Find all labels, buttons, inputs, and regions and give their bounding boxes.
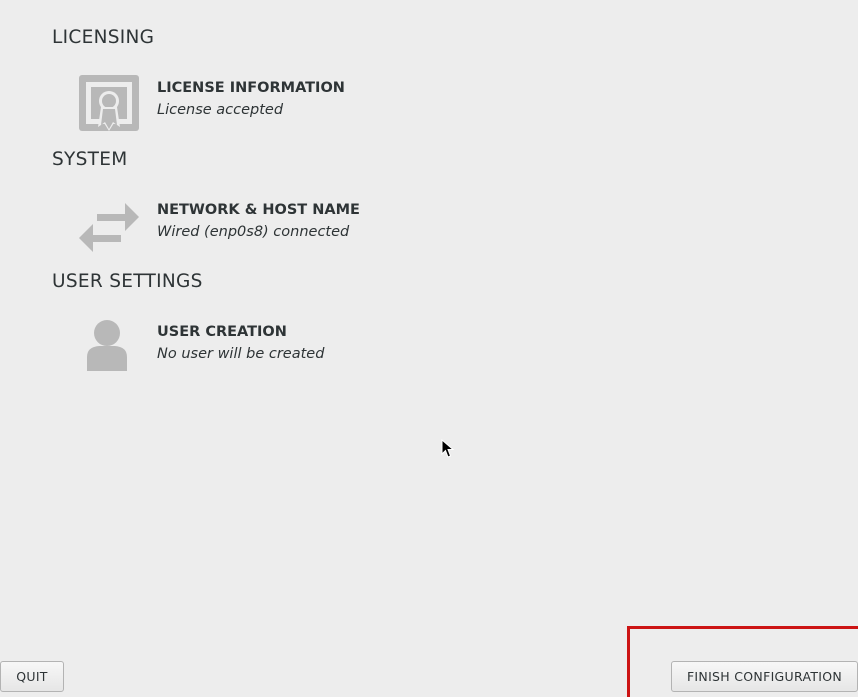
network-arrows-icon <box>79 203 139 252</box>
spoke-name: USER CREATION <box>157 324 287 340</box>
spoke-status: Wired (enp0s8) connected <box>157 224 350 240</box>
highlight-box <box>627 626 858 697</box>
section-title-system: SYSTEM <box>52 149 128 170</box>
mouse-pointer-icon <box>441 439 455 458</box>
spoke-license-information[interactable]: LICENSE INFORMATION License accepted <box>77 75 477 139</box>
spoke-network-host-name[interactable]: NETWORK & HOST NAME Wired (enp0s8) conne… <box>77 197 477 261</box>
spoke-status: License accepted <box>157 102 284 118</box>
initial-setup-hub: LICENSING LICENSE INFORMATION License ac… <box>0 0 858 697</box>
spoke-name: NETWORK & HOST NAME <box>157 202 360 218</box>
spoke-status: No user will be created <box>157 346 325 362</box>
license-certificate-icon <box>79 75 139 131</box>
section-title-licensing: LICENSING <box>52 27 155 48</box>
spoke-name: LICENSE INFORMATION <box>157 80 345 96</box>
spoke-user-creation[interactable]: USER CREATION No user will be created <box>77 319 477 383</box>
section-title-user-settings: USER SETTINGS <box>52 271 203 292</box>
user-icon <box>87 320 127 371</box>
quit-button[interactable]: QUIT <box>0 661 64 692</box>
